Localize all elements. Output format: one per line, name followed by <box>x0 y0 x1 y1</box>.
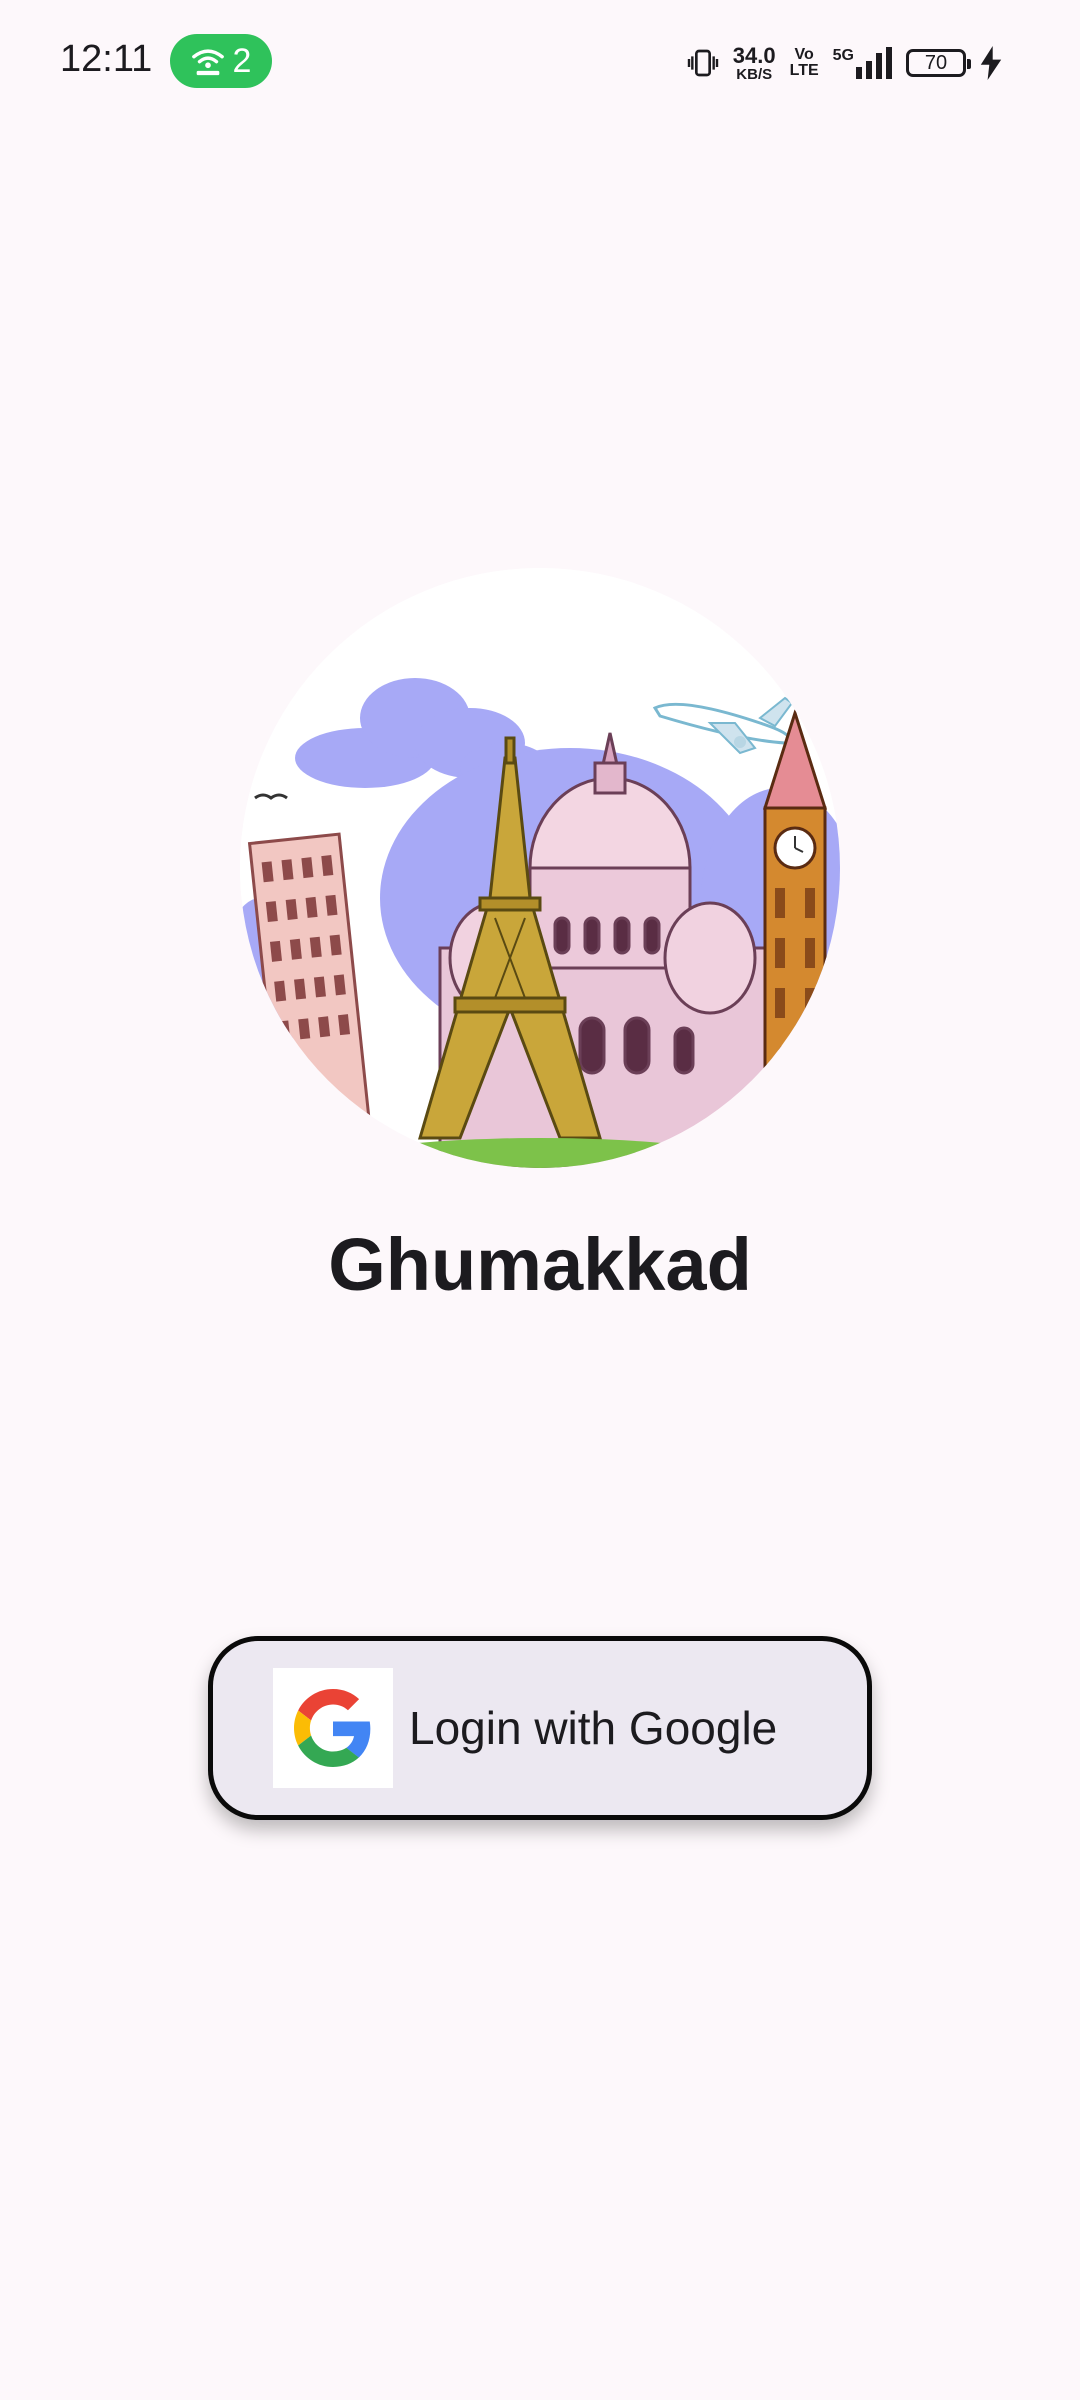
network-speed-value: 34.0 <box>732 42 776 68</box>
battery-level: 70 <box>924 51 948 74</box>
vibrate-icon <box>687 49 718 77</box>
battery-icon: 70 <box>906 49 971 77</box>
cell-signal: 5G <box>833 47 892 79</box>
network-speed-unit: KB/S <box>736 65 773 83</box>
login-screen: 12:11 2 34.0 KB/S Vo LTE 5G 70 Ghumakkad… <box>0 0 1080 2400</box>
hotspot-count: 2 <box>232 41 252 80</box>
network-speed: 34.0 KB/S <box>732 42 776 83</box>
big-ben <box>762 708 828 1140</box>
status-bar: 12:11 2 34.0 KB/S Vo LTE 5G 70 <box>0 0 1080 125</box>
volte-bottom: LTE <box>789 62 819 79</box>
charging-icon <box>980 46 1002 80</box>
app-logo <box>240 568 840 1168</box>
app-title: Ghumakkad <box>328 1223 752 1306</box>
volte-top: Vo <box>794 46 814 63</box>
login-button-label: Login with Google <box>409 1702 778 1754</box>
google-g-icon <box>294 1689 371 1767</box>
landmarks-illustration <box>240 568 840 1168</box>
volte-indicator: Vo LTE <box>790 47 819 79</box>
status-time: 12:11 <box>60 38 153 80</box>
hotspot-icon <box>191 49 224 76</box>
google-logo-box <box>273 1668 393 1788</box>
signal-icon <box>856 47 892 79</box>
hotspot-indicator[interactable]: 2 <box>170 34 272 88</box>
network-type: 5G <box>832 47 854 64</box>
status-icons: 34.0 KB/S Vo LTE 5G 70 <box>687 38 1002 88</box>
login-with-google-button[interactable]: Login with Google <box>208 1636 872 1820</box>
